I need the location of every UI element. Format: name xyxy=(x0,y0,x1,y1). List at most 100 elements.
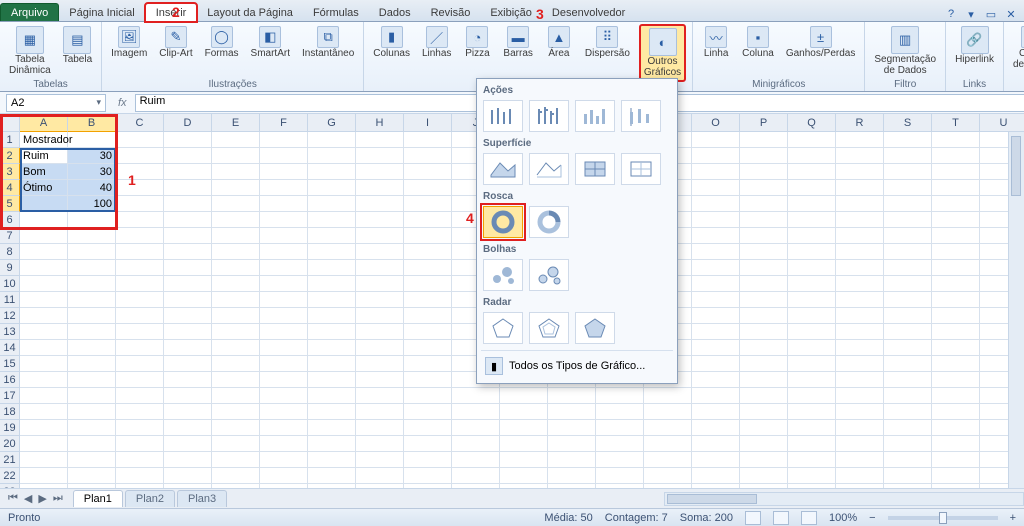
cell[interactable] xyxy=(116,324,164,340)
select-all-corner[interactable] xyxy=(0,114,20,132)
cell[interactable] xyxy=(308,372,356,388)
clipart-button[interactable]: ✎Clip-Art xyxy=(156,24,195,62)
cell[interactable] xyxy=(836,212,884,228)
cell[interactable] xyxy=(308,212,356,228)
cell[interactable] xyxy=(68,244,116,260)
cell[interactable] xyxy=(884,260,932,276)
cell[interactable] xyxy=(308,228,356,244)
zoom-level[interactable]: 100% xyxy=(829,512,857,524)
cell[interactable] xyxy=(692,212,740,228)
sheet-tab[interactable]: Plan2 xyxy=(125,490,175,507)
cell[interactable] xyxy=(884,196,932,212)
row-header[interactable]: 16 xyxy=(0,372,20,388)
cell[interactable] xyxy=(116,388,164,404)
cell[interactable] xyxy=(884,452,932,468)
cell[interactable] xyxy=(452,452,500,468)
cell[interactable] xyxy=(692,148,740,164)
cell[interactable] xyxy=(260,340,308,356)
cell[interactable] xyxy=(692,420,740,436)
row-header[interactable]: 9 xyxy=(0,260,20,276)
cell[interactable] xyxy=(692,340,740,356)
cell[interactable] xyxy=(932,308,980,324)
row-header[interactable]: 13 xyxy=(0,324,20,340)
cell[interactable] xyxy=(788,180,836,196)
cell[interactable] xyxy=(116,292,164,308)
cell[interactable] xyxy=(260,452,308,468)
cell[interactable] xyxy=(692,228,740,244)
cell[interactable] xyxy=(500,404,548,420)
cell[interactable] xyxy=(500,436,548,452)
chart-stock-4[interactable] xyxy=(621,100,661,132)
cell[interactable] xyxy=(356,132,404,148)
cell[interactable] xyxy=(212,260,260,276)
cell[interactable] xyxy=(788,292,836,308)
cell[interactable] xyxy=(548,452,596,468)
cell[interactable]: Ruim xyxy=(20,148,68,164)
cell[interactable] xyxy=(68,260,116,276)
cell[interactable] xyxy=(932,260,980,276)
cell[interactable] xyxy=(836,292,884,308)
cell[interactable] xyxy=(740,372,788,388)
cell[interactable] xyxy=(260,180,308,196)
cell[interactable] xyxy=(740,228,788,244)
cell[interactable] xyxy=(788,164,836,180)
cell[interactable] xyxy=(740,340,788,356)
cell[interactable] xyxy=(308,180,356,196)
sheet-nav-next[interactable]: ▶ xyxy=(36,492,48,505)
cell[interactable] xyxy=(884,420,932,436)
chart-other-button[interactable]: ◐OutrosGráficos xyxy=(639,24,686,82)
cell[interactable] xyxy=(308,244,356,260)
cell[interactable] xyxy=(740,388,788,404)
cell[interactable] xyxy=(164,228,212,244)
cell[interactable] xyxy=(404,404,452,420)
cell[interactable] xyxy=(20,452,68,468)
chart-column-button[interactable]: ▮Colunas xyxy=(370,24,413,62)
sheet-tab-active[interactable]: Plan1 xyxy=(73,490,123,507)
cell[interactable] xyxy=(260,132,308,148)
cell[interactable] xyxy=(596,468,644,484)
cell[interactable] xyxy=(452,420,500,436)
cell[interactable] xyxy=(932,196,980,212)
pivot-table-button[interactable]: ▦TabelaDinâmica xyxy=(6,24,54,78)
cell[interactable] xyxy=(884,356,932,372)
chart-area-button[interactable]: ▲Área xyxy=(542,24,576,62)
cell[interactable] xyxy=(164,180,212,196)
chart-bubble-2[interactable] xyxy=(529,259,569,291)
horizontal-scrollbar[interactable] xyxy=(664,492,1024,506)
chart-surface-3[interactable] xyxy=(575,153,615,185)
cell[interactable] xyxy=(260,420,308,436)
cell[interactable] xyxy=(212,468,260,484)
cell[interactable] xyxy=(500,468,548,484)
view-normal-button[interactable] xyxy=(745,511,761,525)
cell[interactable] xyxy=(20,436,68,452)
cell[interactable] xyxy=(788,132,836,148)
cell[interactable] xyxy=(788,388,836,404)
cell[interactable] xyxy=(884,340,932,356)
cell[interactable] xyxy=(356,420,404,436)
cell[interactable] xyxy=(116,340,164,356)
cell[interactable] xyxy=(164,388,212,404)
cell[interactable] xyxy=(548,388,596,404)
cell[interactable] xyxy=(68,212,116,228)
slicer-button[interactable]: ▥Segmentaçãode Dados xyxy=(871,24,939,78)
cell[interactable] xyxy=(164,436,212,452)
cell[interactable] xyxy=(356,436,404,452)
cell[interactable] xyxy=(20,420,68,436)
row-header[interactable]: 3 xyxy=(0,164,20,180)
cell[interactable] xyxy=(260,276,308,292)
cell[interactable] xyxy=(740,212,788,228)
cell[interactable] xyxy=(932,228,980,244)
cell[interactable] xyxy=(212,292,260,308)
cell[interactable] xyxy=(932,212,980,228)
cell[interactable] xyxy=(740,468,788,484)
cell[interactable] xyxy=(692,196,740,212)
cell[interactable] xyxy=(164,148,212,164)
cell[interactable] xyxy=(68,468,116,484)
cell[interactable] xyxy=(164,292,212,308)
row-header[interactable]: 14 xyxy=(0,340,20,356)
minimize-ribbon-icon[interactable]: ▾ xyxy=(964,7,978,21)
cell[interactable] xyxy=(932,468,980,484)
cell[interactable] xyxy=(404,372,452,388)
cell[interactable] xyxy=(260,212,308,228)
cell[interactable] xyxy=(260,468,308,484)
